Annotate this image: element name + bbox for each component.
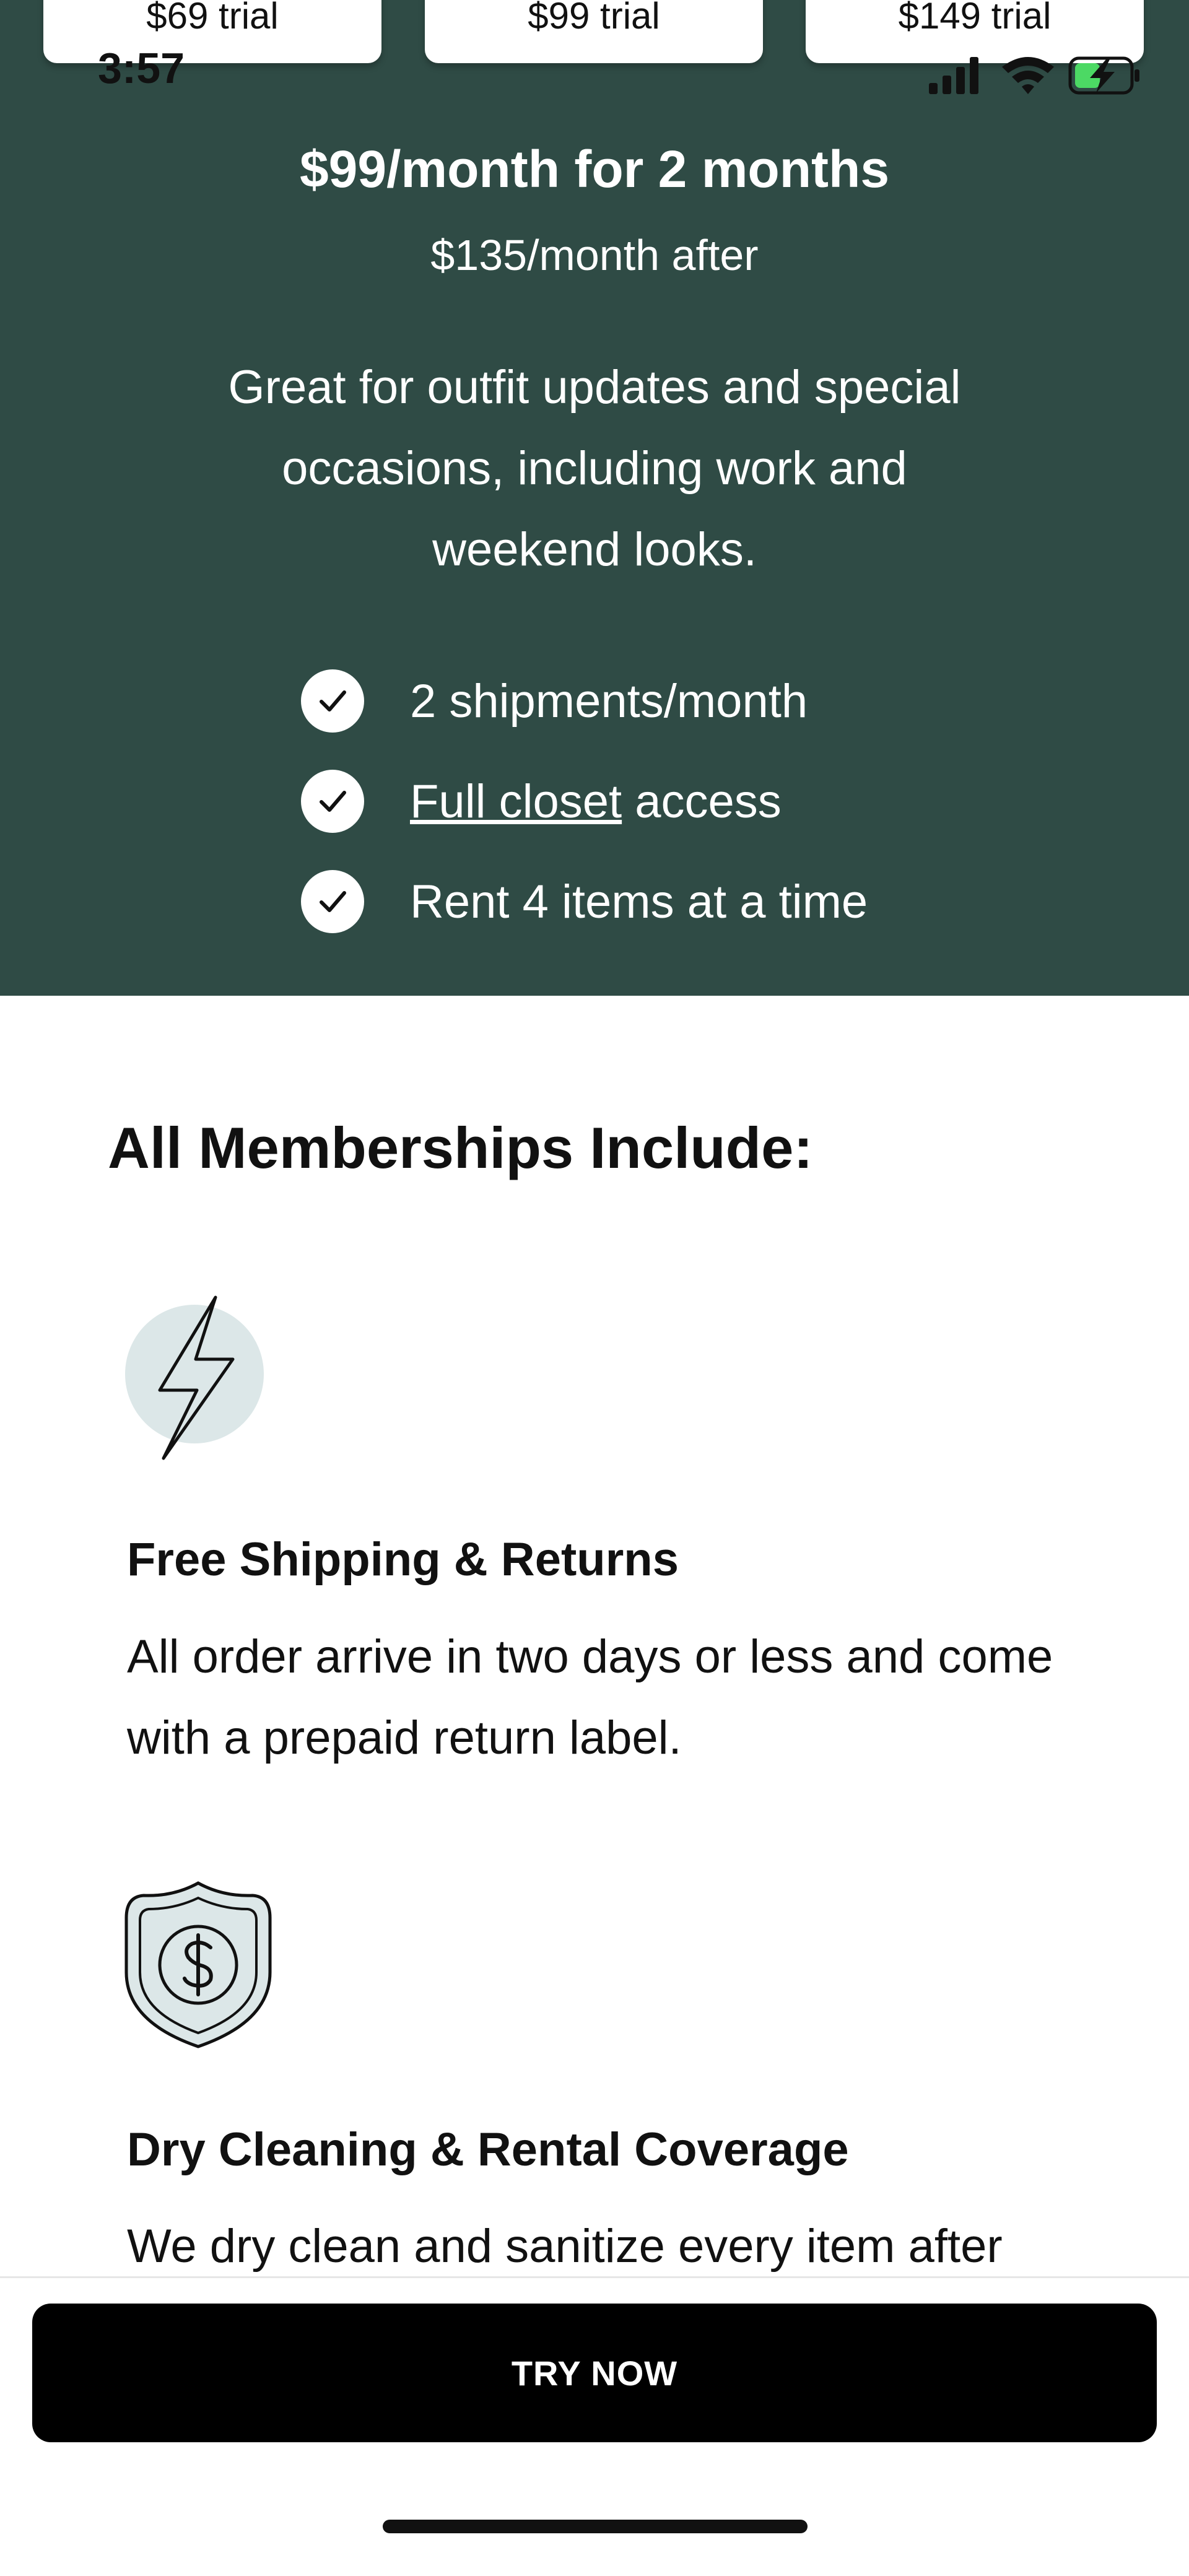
status-bar-time: 3:57 — [98, 44, 185, 92]
full-closet-link[interactable]: Full closet — [410, 775, 622, 828]
plan-tab-label: $69 trial — [146, 0, 279, 37]
try-now-button[interactable]: TRY NOW — [32, 2304, 1157, 2442]
checkmark-icon — [301, 870, 364, 933]
plan-tab-99-trial[interactable]: $99 trial — [425, 0, 763, 63]
battery-charging-icon — [1068, 56, 1139, 95]
plan-detail-panel: $69 trial $99 trial $149 trial 3:57 $99/… — [0, 0, 1189, 996]
status-bar-icons — [929, 56, 1139, 95]
feature-text: Full closet access — [410, 775, 782, 829]
checkmark-icon — [301, 770, 364, 833]
feature-text: Rent 4 items at a time — [410, 875, 868, 928]
wifi-icon — [1002, 57, 1054, 94]
plan-price: $99/month for 2 months — [299, 140, 890, 198]
feature-item: Rent 4 items at a time — [301, 870, 868, 933]
plan-tab-69-trial[interactable]: $69 trial — [43, 0, 381, 63]
benefit-title: Dry Cleaning & Rental Coverage — [127, 2123, 849, 2176]
plan-tab-label: $99 trial — [528, 0, 660, 37]
feature-item: 2 shipments/month — [301, 669, 808, 733]
shield-dollar-icon — [124, 1879, 272, 2056]
checkmark-icon — [301, 669, 364, 733]
lightning-bolt-icon — [124, 1291, 266, 1468]
benefit-title: Free Shipping & Returns — [127, 1533, 679, 1586]
plan-description: Great for outfit updates and special occ… — [228, 361, 961, 576]
feature-text: 2 shipments/month — [410, 674, 808, 728]
plan-tab-label: $149 trial — [898, 0, 1052, 37]
benefit-description: We dry clean and sanitize every item aft… — [127, 2220, 1003, 2273]
plan-after-price: $135/month after — [430, 231, 759, 279]
section-title: All Memberships Include: — [108, 1115, 813, 1180]
feature-text-suffix: access — [622, 775, 782, 828]
benefit-description: All order arrive in two days or less and… — [127, 1630, 1053, 1764]
home-indicator[interactable] — [383, 2520, 808, 2533]
bottom-action-bar: TRY NOW — [0, 2276, 1189, 2576]
feature-item: Full closet access — [301, 770, 782, 833]
cellular-signal-icon — [929, 57, 978, 94]
